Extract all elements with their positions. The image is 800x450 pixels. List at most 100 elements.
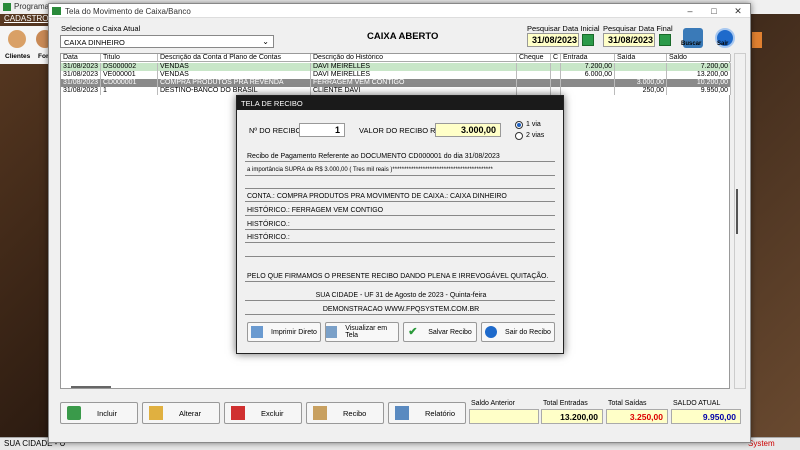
view-screen-button[interactable]: Visualizar em Tela xyxy=(325,322,399,342)
date-start-input[interactable]: 31/08/2023 xyxy=(527,33,579,47)
exit-receipt-button[interactable]: Sair do Recibo xyxy=(481,322,555,342)
cell-entrada: 6.000,00 xyxy=(561,71,615,79)
saldo-anterior-value xyxy=(469,409,539,424)
receipt-value-input[interactable]: 3.000,00 xyxy=(435,123,501,137)
cell-historico: CLIENTE DAVI xyxy=(311,87,517,95)
window-icon xyxy=(52,7,61,15)
recibo-label: Recibo xyxy=(343,408,367,418)
search-label: Buscar xyxy=(681,41,702,47)
table-row[interactable]: 31/08/2023 DS000002 VENDAS DAVI MEIRELLE… xyxy=(61,63,731,71)
cell-data: 31/08/2023 xyxy=(61,79,101,87)
window-title: Tela do Movimento de Caixa/Banco xyxy=(65,7,191,16)
close-button[interactable]: ✕ xyxy=(727,5,749,17)
printer-icon xyxy=(395,406,409,420)
edit-icon xyxy=(149,406,163,420)
table-header: Data Titulo Descrição da Conta d Plano d… xyxy=(61,54,731,62)
header-c[interactable]: C xyxy=(551,54,561,62)
saldo-atual-value: 9.950,00 xyxy=(671,409,741,424)
receipt-line: CONTA.: COMPRA PRODUTOS PRA MOVIMENTO DE… xyxy=(245,191,555,202)
total-entradas-label: Total Entradas xyxy=(543,400,588,407)
save-receipt-label: Salvar Recibo xyxy=(428,328,472,336)
cell-conta: COMPRA PRODUTOS PRA REVENDA xyxy=(158,79,311,87)
alterar-label: Alterar xyxy=(179,408,202,418)
header-conta[interactable]: Descrição da Conta d Plano de Contas xyxy=(158,54,311,62)
receipt-line: PELO QUE FIRMAMOS O PRESENTE RECIBO DAND… xyxy=(245,271,555,282)
via1-label: 1 via xyxy=(526,121,541,128)
menu-cadastros[interactable]: CADASTROS xyxy=(4,14,54,23)
cell-conta: DESTINO-BANCO DO BRASIL xyxy=(158,87,311,95)
saldo-atual-label: SALDO ATUAL xyxy=(673,400,721,407)
cash-status-title: CAIXA ABERTO xyxy=(367,31,439,42)
incluir-label: Incluir xyxy=(97,408,118,418)
cell-titulo: VE000001 xyxy=(101,71,158,79)
cell-saida xyxy=(615,71,667,79)
recibo-button[interactable]: Recibo xyxy=(306,402,384,424)
cash-select[interactable]: CAIXA DINHEIRO ⌄ xyxy=(60,35,274,48)
date-start-label: Pesquisar Data Inicial xyxy=(527,24,600,33)
save-receipt-button[interactable]: ✔ Salvar Recibo xyxy=(403,322,477,342)
receipt-line xyxy=(245,178,555,189)
relatorio-button[interactable]: Relatório xyxy=(388,402,466,424)
delete-icon xyxy=(231,406,245,420)
header-historico[interactable]: Descrição do Histórico xyxy=(311,54,517,62)
exit-label: Sair xyxy=(717,41,729,47)
date-end-input[interactable]: 31/08/2023 xyxy=(603,33,655,47)
cash-select-label: Selecione o Caixa Atual xyxy=(61,24,141,33)
cell-historico: DAVI MEIRELLES xyxy=(311,71,517,79)
header-saldo[interactable]: Saldo xyxy=(667,54,731,62)
cell-c xyxy=(551,71,561,79)
table-row-selected[interactable]: 31/08/2023 CD000001 COMPRA PRODUTOS PRA … xyxy=(61,79,731,87)
horizontal-scrollbar[interactable] xyxy=(71,386,111,388)
cell-c xyxy=(551,87,561,95)
header-titulo[interactable]: Titulo xyxy=(101,54,158,62)
exit-receipt-label: Sair do Recibo xyxy=(505,328,551,336)
calendar-icon[interactable] xyxy=(659,34,671,46)
cell-data: 31/08/2023 xyxy=(61,63,101,71)
scrollbar-thumb[interactable] xyxy=(736,189,738,234)
dialog-title: TELA DE RECIBO xyxy=(237,96,563,110)
printer-icon xyxy=(251,326,264,338)
via2-radio[interactable] xyxy=(515,132,523,140)
header-saida[interactable]: Saída xyxy=(615,54,667,62)
relatorio-label: Relatório xyxy=(425,408,456,418)
receipt-line: HISTÓRICO.: xyxy=(245,219,555,230)
receipt-line: DEMONSTRACAO WWW.FPQSYSTEM.COM.BR xyxy=(245,304,555,315)
cell-cheque xyxy=(517,87,551,95)
header-data[interactable]: Data xyxy=(61,54,101,62)
saldo-anterior-label: Saldo Anterior xyxy=(471,400,515,407)
checkmark-icon: ✔ xyxy=(408,326,418,338)
calendar-icon[interactable] xyxy=(582,34,594,46)
total-entradas-value: 13.200,00 xyxy=(541,409,603,424)
receipt-number-label: Nº DO RECIBO xyxy=(249,126,302,135)
cell-saida xyxy=(615,63,667,71)
clients-icon[interactable] xyxy=(8,30,26,48)
receipt-line: SUA CIDADE - UF 31 de Agosto de 2023 - Q… xyxy=(245,290,555,301)
maximize-button[interactable]: □ xyxy=(703,5,725,17)
minimize-button[interactable]: – xyxy=(679,5,701,17)
cell-data: 31/08/2023 xyxy=(61,71,101,79)
total-saidas-label: Total Saídas xyxy=(608,400,647,407)
receipt-number-input[interactable]: 1 xyxy=(299,123,345,137)
exit-icon xyxy=(485,326,498,338)
cell-cheque xyxy=(517,79,551,87)
add-icon xyxy=(67,406,81,420)
excluir-button[interactable]: Excluir xyxy=(224,402,302,424)
print-direct-button[interactable]: Imprimir Direto xyxy=(247,322,321,342)
via1-radio[interactable] xyxy=(515,121,523,129)
table-row[interactable]: 31/08/2023 1 DESTINO-BANCO DO BRASIL CLI… xyxy=(61,87,731,95)
preview-icon xyxy=(326,326,338,338)
header-cheque[interactable]: Cheque xyxy=(517,54,551,62)
receipt-value-label: VALOR DO RECIBO R$ xyxy=(359,126,440,135)
alterar-button[interactable]: Alterar xyxy=(142,402,220,424)
cell-saldo: 9.950,00 xyxy=(667,87,731,95)
incluir-button[interactable]: Incluir xyxy=(60,402,138,424)
status-system: System xyxy=(748,439,775,448)
table-row[interactable]: 31/08/2023 VE000001 VENDAS DAVI MEIRELLE… xyxy=(61,71,731,79)
chevron-down-icon: ⌄ xyxy=(262,37,269,46)
cell-c xyxy=(551,63,561,71)
receipt-line: a importância SUPRA de R$ 3.000,00 ( Tre… xyxy=(245,165,555,176)
excluir-label: Excluir xyxy=(261,408,284,418)
cell-titulo: 1 xyxy=(101,87,158,95)
header-entrada[interactable]: Entrada xyxy=(561,54,615,62)
side-tool-icon[interactable] xyxy=(752,32,762,48)
